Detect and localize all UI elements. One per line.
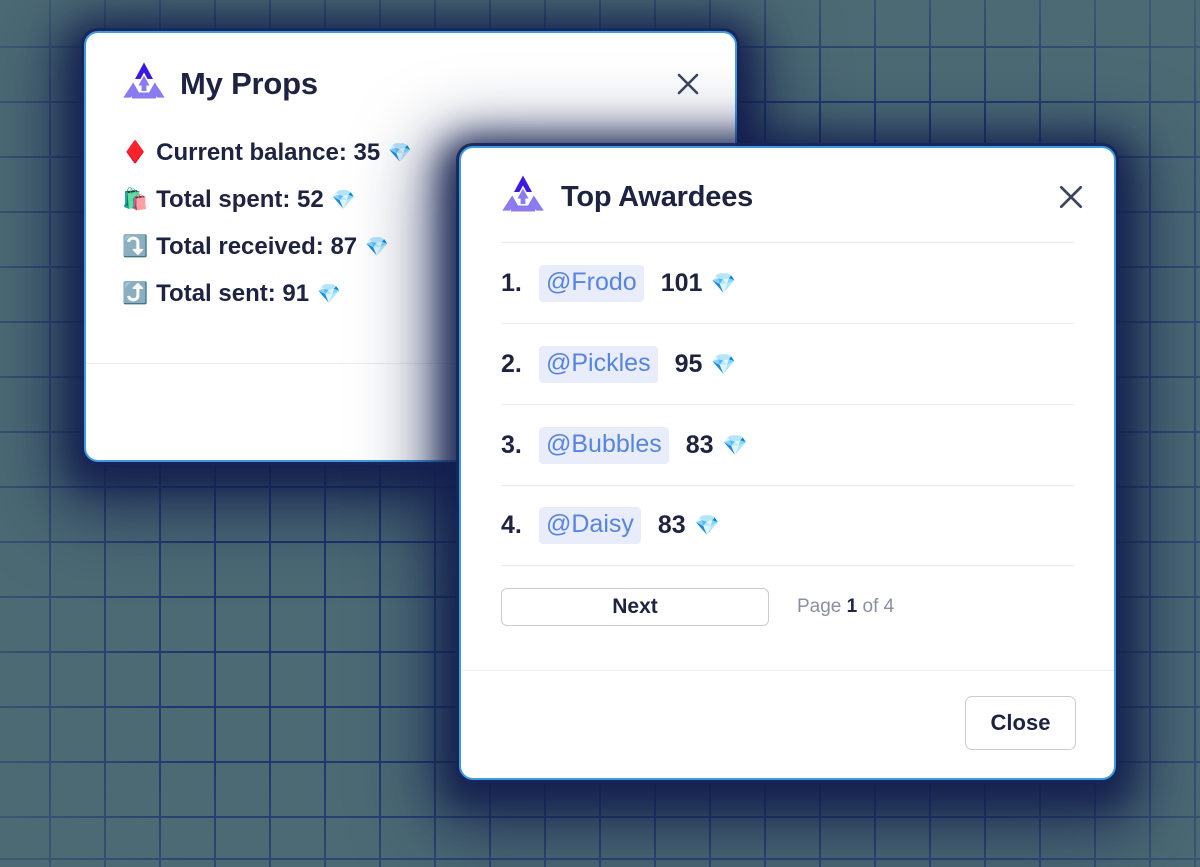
user-mention-pill[interactable]: @Daisy bbox=[539, 507, 641, 544]
top-awardees-header: Top Awardees bbox=[461, 148, 1114, 220]
stat-label: Total sent: bbox=[156, 279, 276, 307]
gem-icon: 💎 bbox=[711, 272, 737, 295]
gem-icon: 💎 bbox=[317, 283, 341, 305]
award-amount: 83 bbox=[685, 430, 714, 459]
next-page-button[interactable]: Next bbox=[501, 587, 769, 626]
table-row: 1. @Frodo 101 💎 bbox=[501, 242, 1074, 323]
rank-number: 3. bbox=[501, 430, 522, 459]
stat-value: 87 bbox=[330, 232, 358, 260]
rank-number: 2. bbox=[501, 349, 522, 378]
stat-value: 35 bbox=[353, 138, 381, 166]
arrow-down-curve-emoji: ⤵️ bbox=[122, 235, 149, 258]
page-suffix-label: of 4 bbox=[862, 595, 895, 617]
close-icon[interactable] bbox=[1054, 180, 1088, 214]
award-amount: 95 bbox=[674, 349, 703, 378]
gem-icon: 💎 bbox=[722, 434, 748, 457]
table-row: 2. @Pickles 95 💎 bbox=[501, 323, 1074, 404]
gem-icon: 💎 bbox=[711, 353, 737, 376]
close-button[interactable]: Close bbox=[965, 696, 1076, 750]
current-page-number: 1 bbox=[846, 595, 858, 617]
stat-value: 91 bbox=[282, 279, 310, 307]
pagination-row: Next Page 1 of 4 bbox=[461, 566, 1114, 647]
award-amount: 101 bbox=[660, 268, 703, 297]
user-mention-pill[interactable]: @Frodo bbox=[539, 264, 644, 302]
stat-label: Current balance: bbox=[156, 138, 347, 166]
modal-footer: Close bbox=[461, 668, 1114, 778]
props-recycle-logo bbox=[501, 174, 545, 220]
close-icon[interactable] bbox=[671, 67, 705, 101]
user-mention-pill[interactable]: @Pickles bbox=[539, 345, 658, 383]
top-awardees-title: Top Awardees bbox=[561, 180, 754, 213]
my-props-header: My Props bbox=[86, 33, 735, 107]
my-props-title: My Props bbox=[180, 66, 318, 101]
table-row: 3. @Bubbles 83 💎 bbox=[501, 404, 1074, 485]
award-amount: 83 bbox=[657, 511, 686, 539]
rank-number: 1. bbox=[501, 268, 522, 297]
stat-label: Total received: bbox=[156, 232, 324, 260]
gem-icon: 💎 bbox=[331, 189, 356, 211]
rank-number: 4. bbox=[501, 511, 522, 539]
table-row: 4. @Daisy 83 💎 bbox=[501, 485, 1074, 566]
stat-label: Total spent: bbox=[156, 185, 291, 213]
user-mention-pill[interactable]: @Bubbles bbox=[539, 426, 669, 464]
props-recycle-logo bbox=[122, 61, 166, 107]
stat-value: 52 bbox=[297, 185, 324, 213]
shopping-bags-emoji: 🛍️ bbox=[122, 188, 149, 211]
red-diamond-suit-emoji: ♦️ bbox=[122, 141, 149, 164]
page-indicator: Page 1 of 4 bbox=[797, 596, 894, 618]
gem-icon: 💎 bbox=[365, 236, 389, 258]
arrow-up-curve-emoji: ⤴️ bbox=[122, 282, 149, 305]
gem-icon: 💎 bbox=[388, 142, 412, 164]
page-prefix-label: Page bbox=[797, 595, 842, 617]
top-awardees-modal: Top Awardees 1. @Frodo 101 💎 2. @Pickles… bbox=[459, 146, 1116, 780]
top-awardees-list: 1. @Frodo 101 💎 2. @Pickles 95 💎 3. @Bub… bbox=[461, 242, 1114, 566]
gem-icon: 💎 bbox=[694, 515, 720, 537]
